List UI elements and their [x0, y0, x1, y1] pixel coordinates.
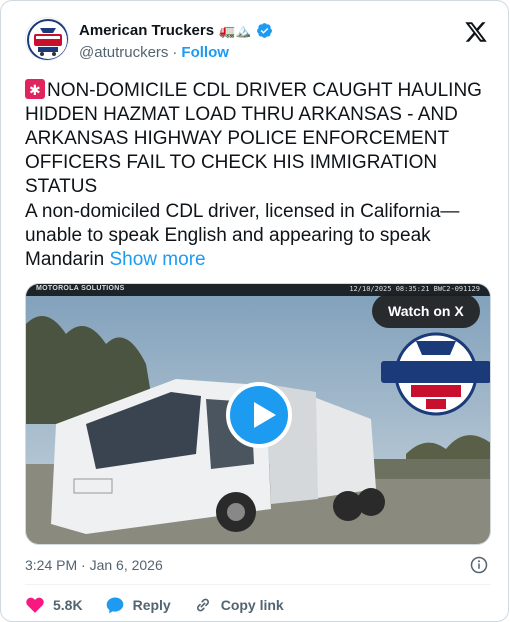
post-body: A non-domiciled CDL driver, licensed in …: [25, 201, 460, 270]
author-handle[interactable]: @atutruckers: [79, 44, 168, 61]
author-avatar[interactable]: [25, 17, 69, 61]
heart-icon: [26, 597, 44, 613]
bodycam-timestamp: 12/10/2025 08:35:21 BWC2-091129: [349, 285, 480, 293]
show-more-link[interactable]: Show more: [110, 249, 206, 270]
divider: [25, 584, 491, 585]
verified-badge-icon: [257, 23, 273, 38]
siren-icon: [25, 78, 45, 102]
author-handle-row: @atutruckers · Follow: [79, 44, 229, 61]
handle-separator: ·: [172, 44, 178, 61]
post-headline-block: NON-DOMICILE CDL DRIVER CAUGHT HAULING H…: [25, 78, 495, 199]
play-icon[interactable]: [226, 382, 292, 448]
post-body-block: A non-domiciled CDL driver, licensed in …: [25, 200, 495, 272]
reply-button[interactable]: Reply: [105, 595, 171, 615]
reply-icon: [106, 597, 123, 614]
author-name-emoji: 🚛🏔️: [219, 23, 252, 38]
like-count: 5.8K: [53, 597, 83, 613]
info-icon[interactable]: [470, 556, 488, 574]
x-logo-icon[interactable]: [464, 20, 488, 44]
video-player[interactable]: MOTOROLA SOLUTIONS 12/10/2025 08:35:21 B…: [25, 283, 491, 545]
post-timestamp[interactable]: 3:24 PM · Jan 6, 2026: [25, 557, 163, 573]
copy-link-label: Copy link: [220, 597, 284, 613]
reply-label: Reply: [132, 597, 171, 613]
post-card: American Truckers 🚛🏔️ @atutruckers · Fol…: [0, 0, 509, 622]
post-headline: NON-DOMICILE CDL DRIVER CAUGHT HAULING H…: [25, 80, 482, 197]
bodycam-brand: MOTOROLA SOLUTIONS: [36, 285, 125, 292]
author-name-row: American Truckers 🚛🏔️: [79, 22, 273, 39]
follow-button[interactable]: Follow: [181, 44, 229, 61]
action-bar: 5.8K Reply Copy link: [25, 593, 306, 617]
watch-on-x-button[interactable]: Watch on X: [372, 294, 480, 328]
copy-link-button[interactable]: Copy link: [193, 595, 284, 615]
link-icon: [196, 598, 209, 612]
author-display-name[interactable]: American Truckers: [79, 22, 214, 39]
like-button[interactable]: 5.8K: [25, 595, 83, 615]
